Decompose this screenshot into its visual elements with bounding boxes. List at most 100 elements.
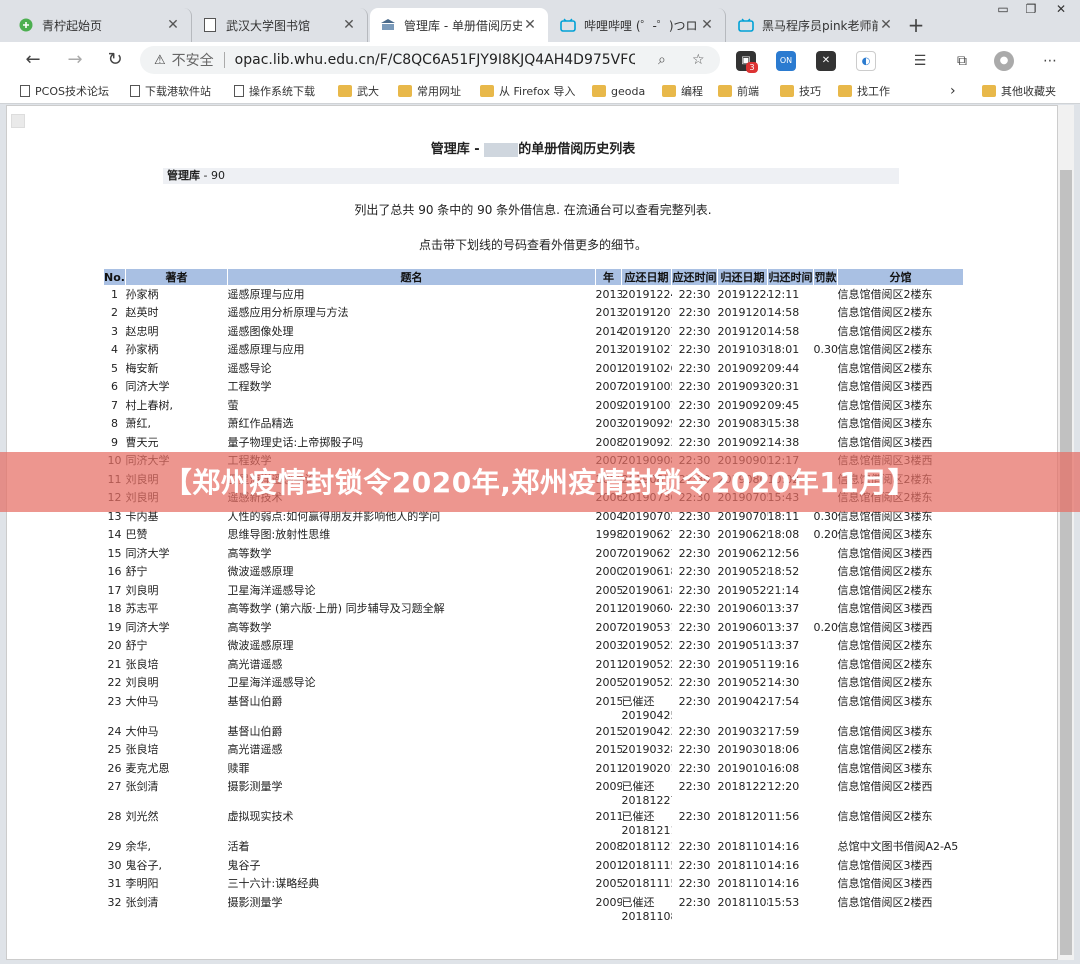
bookmark-item[interactable]: 下载港软件站 bbox=[130, 82, 211, 100]
bookmark-label: 前端 bbox=[737, 85, 759, 98]
close-window-button[interactable]: ✕ bbox=[1046, 0, 1076, 20]
table-cell bbox=[814, 778, 838, 808]
page-icon bbox=[130, 85, 140, 97]
row-number-link[interactable]: 20 bbox=[104, 637, 126, 656]
row-number-link[interactable]: 32 bbox=[104, 894, 126, 924]
close-icon[interactable]: ✕ bbox=[341, 17, 357, 33]
forward-button[interactable]: → bbox=[62, 47, 88, 73]
row-number-link[interactable]: 2 bbox=[104, 304, 126, 323]
table-row: 24大仲马 基督山伯爵 201520190423 22:30 2019032717:59… bbox=[104, 723, 964, 742]
bookmark-item[interactable]: 操作系统下载 bbox=[234, 82, 315, 100]
bookmark-folder[interactable]: geoda bbox=[592, 82, 645, 100]
row-number-link[interactable]: 6 bbox=[104, 378, 126, 397]
table-cell: 基督山伯爵 bbox=[227, 724, 283, 738]
row-number-link[interactable]: 22 bbox=[104, 674, 126, 693]
tab-whu-library[interactable]: 武汉大学图书馆 ✕ bbox=[192, 8, 368, 42]
close-icon[interactable]: ✕ bbox=[522, 17, 538, 33]
row-number-link[interactable]: 19 bbox=[104, 619, 126, 638]
sync-extension-icon[interactable]: ◐ bbox=[856, 51, 876, 71]
table-cell: 20181101 bbox=[717, 877, 768, 890]
row-number-link[interactable]: 31 bbox=[104, 875, 126, 894]
bookmark-folder[interactable]: 技巧 bbox=[780, 82, 821, 100]
close-icon[interactable]: ✕ bbox=[699, 17, 715, 33]
bookmark-folder[interactable]: 武大 bbox=[338, 82, 379, 100]
table-cell: 22:30 bbox=[678, 602, 711, 615]
table-cell: 20181121 bbox=[621, 840, 672, 853]
bookmark-folder[interactable]: 找工作 bbox=[838, 82, 890, 100]
bilibili-icon bbox=[560, 17, 576, 33]
row-number-link[interactable]: 8 bbox=[104, 415, 126, 434]
row-number-link[interactable]: 27 bbox=[104, 778, 126, 808]
table-cell: 20:31 bbox=[767, 380, 800, 393]
row-number-link[interactable]: 14 bbox=[104, 526, 126, 545]
row-number-link[interactable]: 1 bbox=[104, 286, 126, 305]
table-cell: 20190927 bbox=[717, 361, 768, 375]
table-cell: 刘光然 bbox=[125, 810, 159, 823]
row-number-link[interactable]: 4 bbox=[104, 341, 126, 360]
bookmark-folder[interactable]: 其他收藏夹 bbox=[982, 82, 1056, 100]
row-number-link[interactable]: 26 bbox=[104, 760, 126, 779]
favorites-icon[interactable]: ☰ bbox=[910, 51, 930, 71]
minimize-button[interactable]: ▭ bbox=[988, 0, 1018, 20]
row-number-link[interactable]: 30 bbox=[104, 857, 126, 876]
table-row: 32张剑清摄影测量学2009已催还2018110822:302018110815… bbox=[104, 894, 964, 924]
table-cell: 张剑清 bbox=[125, 780, 159, 793]
row-number-link[interactable]: 25 bbox=[104, 741, 126, 760]
reload-button[interactable]: ↻ bbox=[102, 47, 128, 73]
x-extension-icon[interactable]: ✕ bbox=[816, 51, 836, 71]
table-cell: 2011 bbox=[595, 602, 622, 615]
row-number-link[interactable]: 29 bbox=[104, 838, 126, 857]
bookmark-item[interactable]: PCOS技术论坛 bbox=[20, 82, 109, 100]
bookmark-folder[interactable]: 常用网址 bbox=[398, 82, 461, 100]
close-icon[interactable]: ✕ bbox=[878, 17, 894, 33]
table-cell: 18:08 bbox=[767, 528, 800, 541]
bookmark-folder[interactable]: 前端 bbox=[718, 82, 759, 100]
back-button[interactable]: ← bbox=[20, 47, 46, 73]
table-cell: 1998 bbox=[595, 528, 622, 541]
row-number-link[interactable]: 28 bbox=[104, 808, 126, 838]
maximize-button[interactable]: ❐ bbox=[1016, 0, 1046, 20]
tab-label: 管理库 - 单册借阅历史列 bbox=[404, 18, 522, 33]
row-number-link[interactable]: 15 bbox=[104, 545, 126, 564]
tab-library-history[interactable]: 管理库 - 单册借阅历史列 ✕ bbox=[370, 8, 548, 42]
row-number-link[interactable]: 21 bbox=[104, 656, 126, 675]
scrollbar-thumb[interactable] bbox=[1060, 170, 1072, 955]
bookmark-label: PCOS技术论坛 bbox=[35, 85, 109, 98]
folder-icon bbox=[592, 85, 606, 97]
search-icon[interactable]: ⌕ bbox=[658, 52, 666, 68]
url-text[interactable]: opac.lib.whu.edu.cn/F/C8QC6A51FJY9I8KJQ4… bbox=[235, 52, 635, 68]
row-number-link[interactable]: 16 bbox=[104, 563, 126, 582]
table-cell: 2009 bbox=[595, 780, 622, 793]
star-icon[interactable]: ☆ bbox=[692, 52, 705, 68]
table-cell: 萧红, bbox=[125, 417, 152, 430]
close-icon[interactable]: ✕ bbox=[165, 17, 181, 33]
tab-start-page[interactable]: 青柠起始页 ✕ bbox=[8, 8, 192, 42]
scrollbar[interactable] bbox=[1058, 105, 1074, 960]
table-cell bbox=[814, 415, 838, 434]
extension-on-icon[interactable]: ON bbox=[776, 51, 796, 71]
row-number-link[interactable]: 9 bbox=[104, 434, 126, 453]
row-number-link[interactable]: 5 bbox=[104, 360, 126, 379]
collections-icon[interactable]: ⧉ bbox=[952, 51, 972, 71]
table-cell: 20190627 bbox=[621, 528, 672, 541]
bookmark-label: 技巧 bbox=[799, 85, 821, 98]
table-cell: 13:37 bbox=[767, 620, 800, 634]
more-menu-icon[interactable]: ⋯ bbox=[1040, 51, 1060, 71]
table-cell: 高光谱遥感 bbox=[227, 657, 283, 671]
row-number-link[interactable]: 18 bbox=[104, 600, 126, 619]
new-tab-button[interactable]: + bbox=[902, 12, 930, 40]
chevron-right-icon[interactable]: › bbox=[950, 82, 956, 100]
row-number-link[interactable]: 3 bbox=[104, 323, 126, 342]
row-number-link[interactable]: 17 bbox=[104, 582, 126, 601]
address-bar[interactable]: ⚠ 不安全 opac.lib.whu.edu.cn/F/C8QC6A51FJY9… bbox=[140, 46, 720, 74]
row-number-link[interactable]: 23 bbox=[104, 693, 126, 723]
tab-bilibili[interactable]: 哔哩哔哩 (゜-゜)つロ 干 ✕ bbox=[550, 8, 726, 42]
table-cell: 14:58 bbox=[767, 306, 800, 319]
row-number-link[interactable]: 7 bbox=[104, 397, 126, 416]
bookmark-folder[interactable]: 编程 bbox=[662, 82, 703, 100]
avatar[interactable]: ● bbox=[994, 51, 1014, 71]
tab-pink-teacher[interactable]: 黑马程序员pink老师前端 ✕ bbox=[728, 8, 904, 42]
bookmark-folder[interactable]: 从 Firefox 导入 bbox=[480, 82, 575, 100]
column-header: 归还日期 bbox=[717, 268, 768, 286]
row-number-link[interactable]: 24 bbox=[104, 723, 126, 742]
